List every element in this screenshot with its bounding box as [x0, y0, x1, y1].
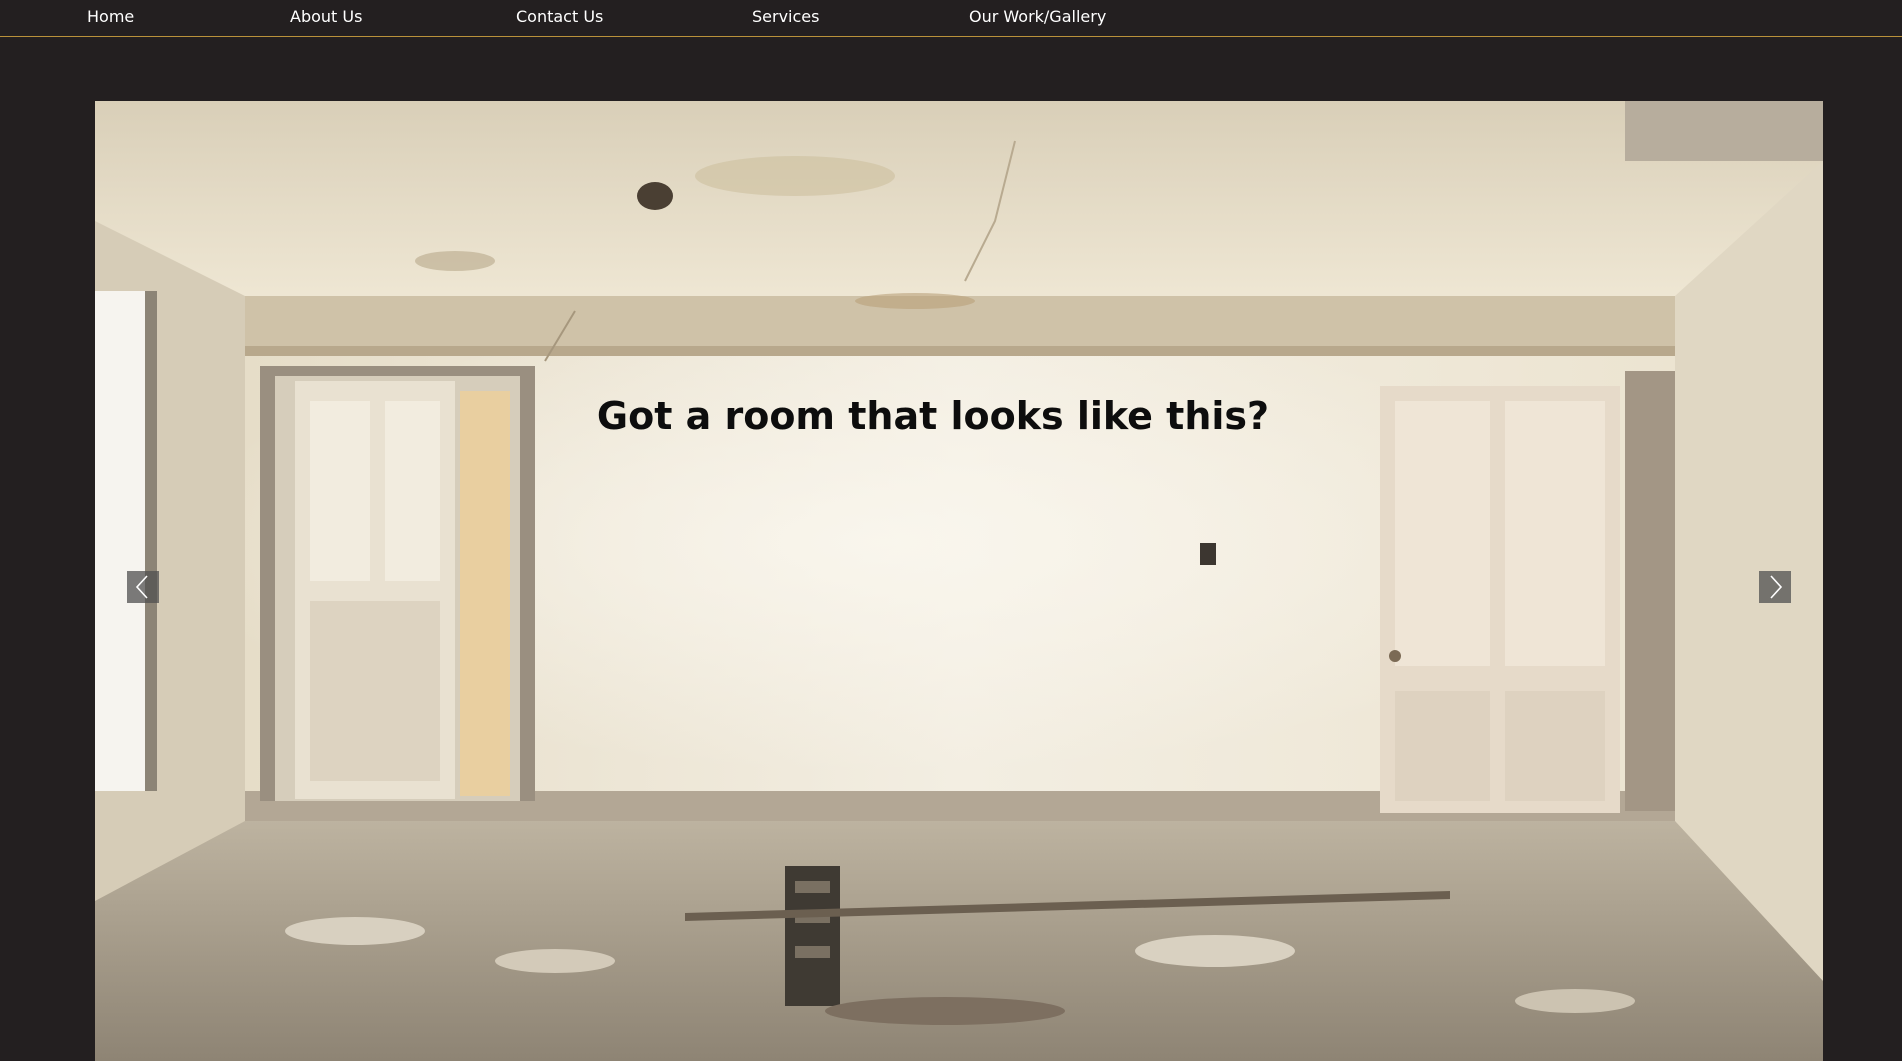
- slider-next-button[interactable]: [1759, 571, 1791, 603]
- top-navbar: Home About Us Contact Us Services Our Wo…: [0, 0, 1902, 37]
- nav-contact-link[interactable]: Contact Us: [516, 8, 603, 26]
- room-photo: [95, 101, 1823, 1061]
- nav-about-link[interactable]: About Us: [290, 8, 362, 26]
- nav-gallery-link[interactable]: Our Work/Gallery: [969, 8, 1106, 26]
- nav-services-link[interactable]: Services: [752, 8, 819, 26]
- hero-slider: Got a room that looks like this?: [95, 101, 1823, 1061]
- chevron-left-icon: [135, 575, 148, 599]
- chevron-right-icon: [1770, 575, 1783, 599]
- slide-caption: Got a room that looks like this?: [596, 394, 1270, 438]
- slider-prev-button[interactable]: [127, 571, 159, 603]
- nav-home-link[interactable]: Home: [87, 8, 134, 26]
